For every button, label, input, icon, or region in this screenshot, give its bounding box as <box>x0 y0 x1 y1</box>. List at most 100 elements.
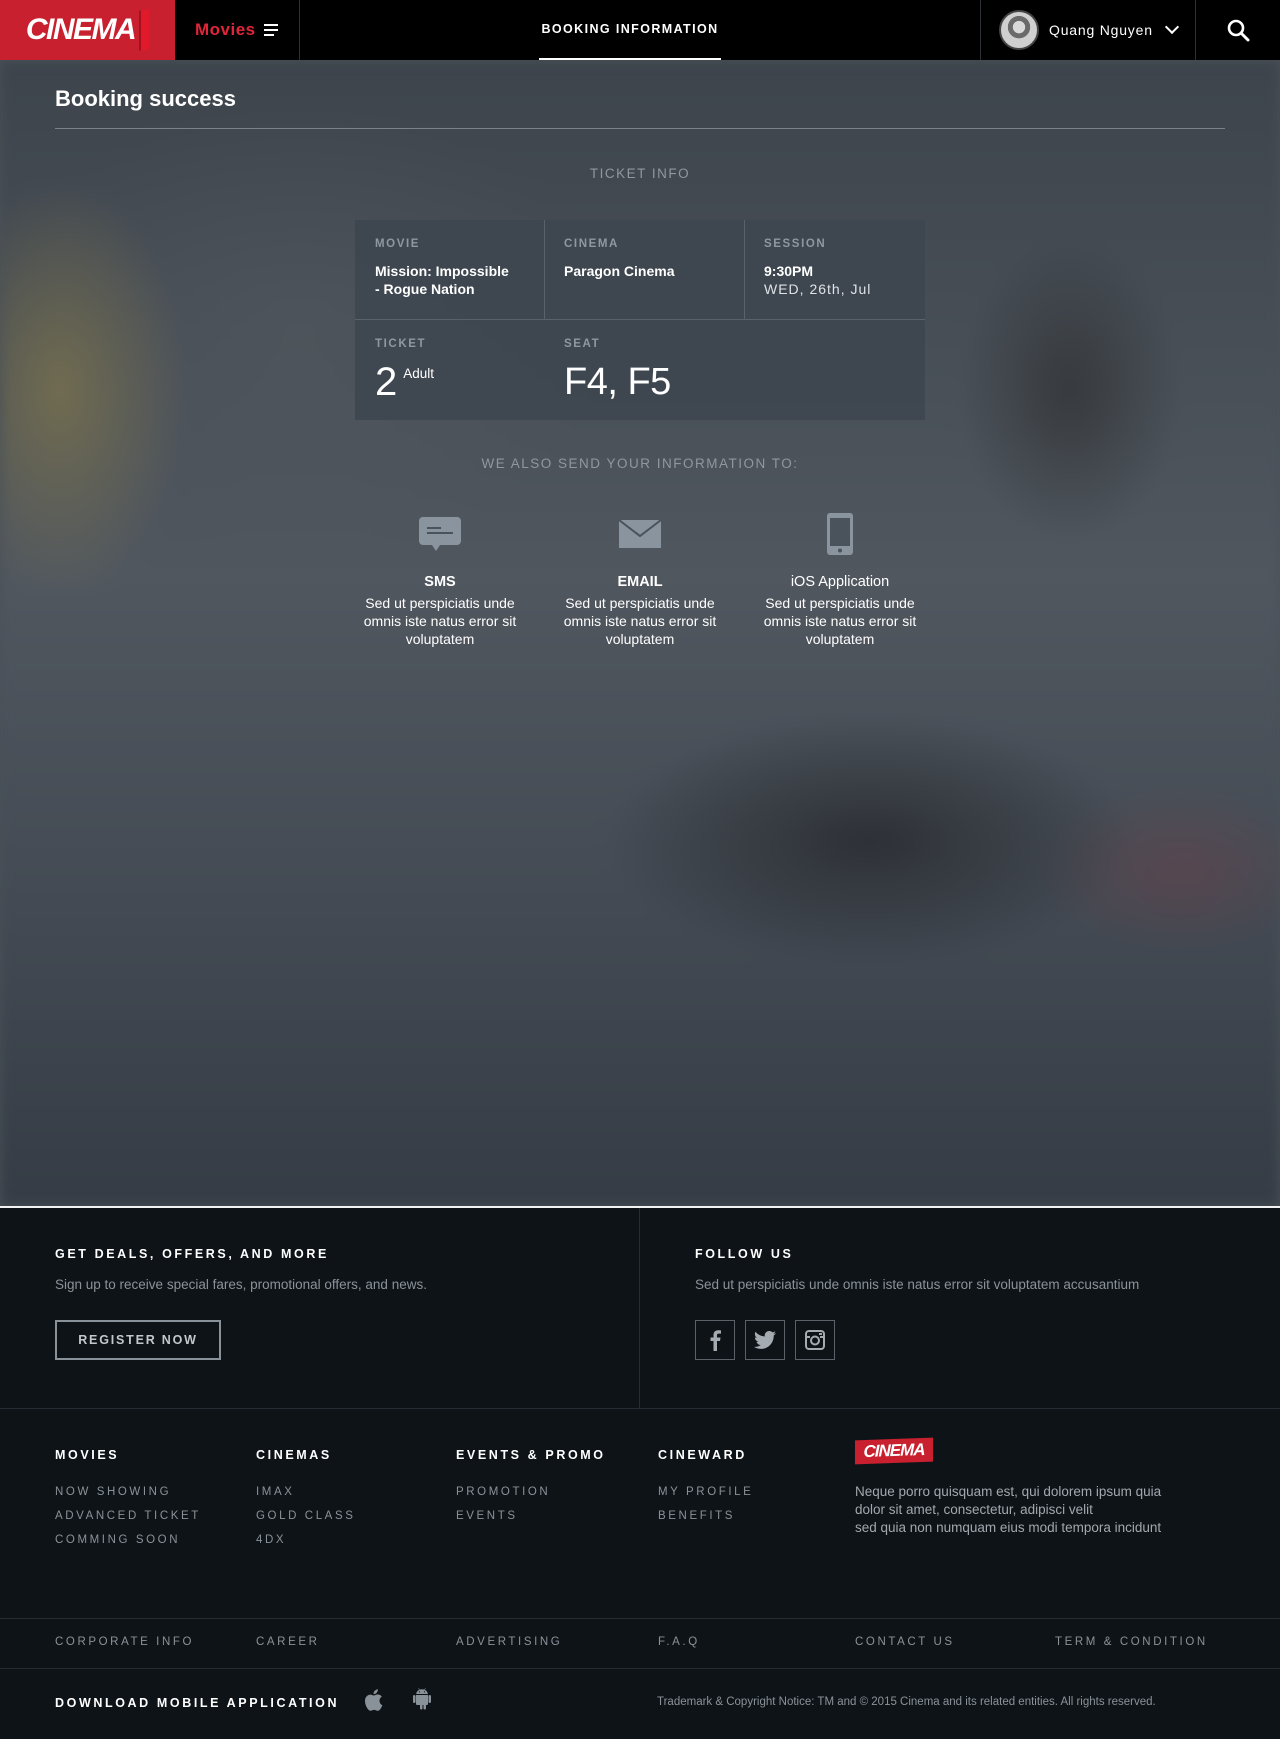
cinema-value: Paragon Cinema <box>564 263 675 279</box>
footer-link-promotion[interactable]: PROMOTION <box>456 1486 550 1498</box>
email-icon <box>618 519 662 548</box>
footer-link-corporate-info[interactable]: CORPORATE INFO <box>55 1636 194 1648</box>
footer-link-gold-class[interactable]: GOLD CLASS <box>256 1510 356 1522</box>
footer-link-comming-soon[interactable]: COMMING SOON <box>55 1534 180 1546</box>
movie-title-line1: Mission: Impossible <box>375 263 509 279</box>
brand-logo[interactable]: CINEMA <box>0 0 175 60</box>
notification-channels: SMS Sed ut perspiciatis unde omnis iste … <box>355 510 955 670</box>
footer-link-faq[interactable]: F.A.Q <box>658 1636 700 1648</box>
channel-email: EMAIL Sed ut perspiciatis unde omnis ist… <box>555 510 725 648</box>
apple-icon <box>364 1689 383 1711</box>
copyright-notice: Trademark & Copyright Notice: TM and © 2… <box>657 1696 1156 1708</box>
divider <box>0 1618 1280 1619</box>
follow-us-title: FOLLOW US <box>695 1247 794 1261</box>
chevron-down-icon <box>1164 19 1179 35</box>
user-name: Quang Nguyen <box>1049 22 1153 38</box>
facebook-icon <box>710 1330 721 1351</box>
channel-desc-line: Sed ut perspiciatis unde <box>365 595 515 611</box>
header-nav: BOOKING INFORMATION <box>300 0 980 60</box>
brand-logo-text: CINEMA <box>25 13 137 46</box>
apple-app-link[interactable] <box>363 1688 383 1717</box>
session-time: 9:30PM <box>764 263 814 279</box>
menu-icon <box>263 24 278 36</box>
channel-sms-title: SMS <box>424 574 456 590</box>
footer-link-career[interactable]: CAREER <box>256 1636 320 1648</box>
site-footer: GET DEALS, OFFERS, AND MORE Sign up to r… <box>0 1208 1280 1739</box>
footer-link-imax[interactable]: IMAX <box>256 1486 295 1498</box>
twitter-icon <box>754 1331 776 1349</box>
cinema-cell: CINEMA Paragon Cinema <box>544 220 744 298</box>
footer-link-events[interactable]: EVENTS <box>456 1510 518 1522</box>
download-app-title: DOWNLOAD MOBILE APPLICATION <box>55 1696 340 1710</box>
seat-label: SEAT <box>564 338 601 350</box>
channel-email-desc: Sed ut perspiciatis unde omnis iste natu… <box>555 594 725 648</box>
divider <box>639 1208 640 1408</box>
instagram-button[interactable] <box>795 1320 835 1360</box>
booking-success-main: Booking success TICKET INFO MOVIE Missio… <box>0 60 1280 1206</box>
channel-sms: SMS Sed ut perspiciatis unde omnis iste … <box>355 510 525 648</box>
session-label: SESSION <box>764 238 827 250</box>
register-now-button[interactable]: REGISTER NOW <box>55 1320 221 1360</box>
channel-desc-line: omnis iste natus error sit <box>563 613 717 629</box>
channel-desc-line: Sed ut perspiciatis unde <box>765 595 915 611</box>
channel-desc-line: voluptatem <box>805 631 875 647</box>
deals-text: Sign up to receive special fares, promot… <box>55 1277 427 1292</box>
movie-cell: MOVIE Mission: Impossible - Rogue Nation <box>355 220 544 316</box>
android-icon <box>413 1688 431 1710</box>
deals-title: GET DEALS, OFFERS, AND MORE <box>55 1247 329 1261</box>
search-button[interactable] <box>1196 0 1280 60</box>
also-send-heading: WE ALSO SEND YOUR INFORMATION TO: <box>481 456 799 471</box>
channel-desc-line: omnis iste natus error sit <box>763 613 917 629</box>
divider <box>55 128 1225 129</box>
seat-cell: SEAT F4, F5 <box>544 320 925 420</box>
footer-link-advanced-ticket[interactable]: ADVANCED TICKET <box>55 1510 201 1522</box>
movie-label: MOVIE <box>375 238 421 250</box>
android-app-link[interactable] <box>413 1688 431 1715</box>
session-cell: SESSION 9:30PM WED, 26th, Jul <box>744 220 925 316</box>
footer-about-line: sed quia non numquam eius modi tempora i… <box>855 1520 1162 1535</box>
footer-col-events-title: EVENTS & PROMO <box>456 1448 606 1462</box>
footer-link-benefits[interactable]: BENEFITS <box>658 1510 735 1522</box>
session-date: WED, 26th, Jul <box>764 281 872 297</box>
facebook-button[interactable] <box>695 1320 735 1360</box>
twitter-button[interactable] <box>745 1320 785 1360</box>
channel-ios: iOS Application Sed ut perspiciatis unde… <box>755 510 925 648</box>
ticket-count: 2 <box>375 360 398 404</box>
footer-link-now-showing[interactable]: NOW SHOWING <box>55 1486 171 1498</box>
tab-booking-information[interactable]: BOOKING INFORMATION <box>539 0 721 60</box>
ticket-type: Adult <box>403 366 435 381</box>
footer-link-contact-us[interactable]: CONTACT US <box>855 1636 955 1648</box>
footer-about-line: dolor sit amet, consectetur, adipisci ve… <box>855 1502 1093 1517</box>
cinema-label: CINEMA <box>564 238 619 250</box>
footer-col-cineward-title: CINEWARD <box>658 1448 747 1462</box>
footer-link-advertising[interactable]: ADVERTISING <box>456 1636 562 1648</box>
footer-link-term-condition[interactable]: TERM & CONDITION <box>1055 1636 1208 1648</box>
divider <box>0 1668 1280 1669</box>
channel-ios-title: iOS Application <box>790 574 890 590</box>
channel-sms-desc: Sed ut perspiciatis unde omnis iste natu… <box>355 594 525 648</box>
search-icon <box>1227 19 1250 42</box>
footer-col-movies-title: MOVIES <box>55 1448 120 1462</box>
ticket-label: TICKET <box>375 338 427 350</box>
channel-desc-line: voluptatem <box>405 631 475 647</box>
footer-link-4dx[interactable]: 4DX <box>256 1534 286 1546</box>
channel-email-title: EMAIL <box>617 574 663 590</box>
avatar <box>999 10 1039 50</box>
footer-logo[interactable]: CINEMA <box>855 1437 933 1465</box>
ticket-card: MOVIE Mission: Impossible - Rogue Nation… <box>355 220 925 420</box>
follow-us-text: Sed ut perspiciatis unde omnis iste natu… <box>695 1277 1140 1292</box>
footer-link-my-profile[interactable]: MY PROFILE <box>658 1486 753 1498</box>
footer-about-line: Neque porro quisquam est, qui dolorem ip… <box>855 1484 1162 1499</box>
divider <box>0 1408 1280 1409</box>
top-header: CINEMA Movies BOOKING INFORMATION Quang … <box>0 0 1280 60</box>
movies-menu-button[interactable]: Movies <box>175 0 300 60</box>
instagram-icon <box>805 1330 825 1350</box>
footer-about: Neque porro quisquam est, qui dolorem ip… <box>855 1483 1185 1537</box>
page-title: Booking success <box>55 86 236 111</box>
movies-menu-label: Movies <box>195 20 256 39</box>
user-menu[interactable]: Quang Nguyen <box>980 0 1196 60</box>
channel-desc-line: omnis iste natus error sit <box>363 613 517 629</box>
brand-logo-flag <box>139 9 150 51</box>
sms-icon <box>419 517 461 551</box>
ticket-cell: TICKET 2 Adult <box>355 320 544 420</box>
